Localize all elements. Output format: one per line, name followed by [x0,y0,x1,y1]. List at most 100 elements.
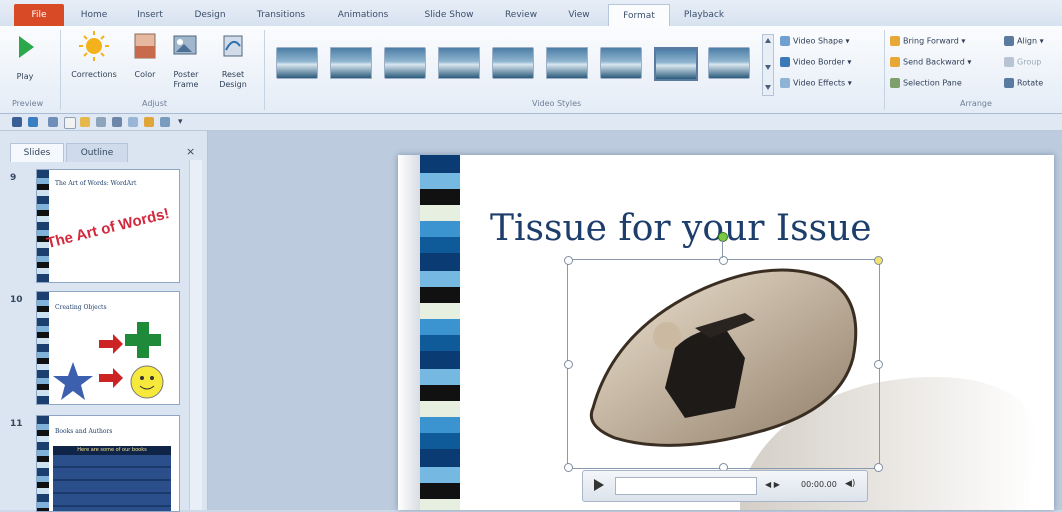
resize-handle[interactable] [874,256,883,265]
rotate-handle[interactable] [718,232,728,242]
align-button[interactable]: Align ▾ [1004,36,1044,46]
color-button[interactable]: Color [128,30,162,92]
group-label-adjust: Adjust [142,99,168,108]
slide-number: 9 [10,173,17,183]
skip-icon[interactable]: ◀ ▶ [765,480,780,489]
corrections-button[interactable]: Corrections [64,30,124,92]
video-styles-gallery [268,26,758,96]
tab-home[interactable]: Home [72,6,116,26]
slideshow-icon[interactable] [160,117,170,127]
seek-bar[interactable] [615,477,757,495]
resize-handle[interactable] [564,463,573,472]
tab-review[interactable]: Review [496,6,546,26]
video-style-thumb[interactable] [708,47,750,79]
selection-pane-label: Selection Pane [903,78,962,88]
video-style-thumb[interactable] [384,47,426,79]
video-style-thumb[interactable] [438,47,480,79]
play-icon [594,479,604,491]
group-button[interactable]: Group [1004,57,1041,67]
close-icon[interactable]: × [186,145,195,158]
tab-insert[interactable]: Insert [128,6,172,26]
video-effects-button[interactable]: Video Effects ▾ [780,78,852,88]
quick-access-toolbar: ▾ [0,114,1062,131]
tab-transitions[interactable]: Transitions [246,6,316,26]
resize-handle[interactable] [564,360,573,369]
tab-animations[interactable]: Animations [328,6,398,26]
customize-qat-icon[interactable]: ▾ [178,117,188,127]
effects-icon [780,78,790,88]
video-border-button[interactable]: Video Border ▾ [780,57,851,67]
selection-pane-button[interactable]: Selection Pane [890,78,962,88]
rotate-handle-line [722,240,723,258]
wordart-text: The Art of Words! [44,205,172,252]
video-style-thumb[interactable] [492,47,534,79]
slide-thumb-title: Creating Objects [55,304,107,311]
slide-thumbnail[interactable]: Creating Objects [36,291,180,405]
tab-file[interactable]: File [14,4,64,26]
print-preview-icon[interactable] [96,117,106,127]
corrections-label: Corrections [71,70,117,79]
tab-slides[interactable]: Slides [10,143,64,162]
folder-icon[interactable] [144,117,154,127]
video-shape-button[interactable]: Video Shape ▾ [780,36,850,46]
redo-icon[interactable] [48,117,58,127]
tab-design[interactable]: Design [184,6,236,26]
rotate-button[interactable]: Rotate [1004,78,1043,88]
play-button[interactable]: Play [10,32,40,90]
play-icon [19,36,34,58]
slide-thumbnail[interactable]: The Art of Words: WordArt The Art of Wor… [36,169,180,283]
slide-thumbnail[interactable]: Books and Authors Here are some of our b… [36,415,180,512]
send-backward-icon [890,57,900,67]
reset-design-icon [223,35,243,57]
media-player-bar: ◀ ▶ 00:00.00 ◀) [582,470,868,502]
spelling-icon[interactable] [128,117,138,127]
bring-forward-label: Bring Forward [903,36,959,46]
volume-icon[interactable]: ◀) [845,479,855,489]
slide-stripe [420,155,460,510]
separator [264,30,265,110]
slide-thumb-title: Books and Authors [55,428,113,435]
tab-view[interactable]: View [556,6,602,26]
video-style-thumb[interactable] [600,47,642,79]
video-style-thumb[interactable] [546,47,588,79]
send-backward-button[interactable]: Send Backward ▾ [890,57,971,67]
video-effects-label: Video Effects [793,78,846,88]
poster-frame-button[interactable]: Poster Frame [164,30,208,92]
undo-icon[interactable] [28,117,38,127]
slide-stripe-shadow [398,155,420,510]
group-label: Group [1017,57,1042,67]
new-icon[interactable] [64,117,76,129]
shape-icon [780,36,790,46]
reset-design-button[interactable]: Reset Design [210,30,256,92]
rotate-icon [1004,78,1014,88]
books-table-rows [53,455,171,511]
tab-playback[interactable]: Playback [672,6,736,26]
video-selection-frame[interactable] [564,232,883,472]
video-style-thumb[interactable] [276,47,318,79]
play-pause-button[interactable] [587,475,609,495]
resize-handle[interactable] [874,463,883,472]
play-label: Play [16,72,34,81]
send-backward-label: Send Backward [903,57,965,67]
rotate-label: Rotate [1017,78,1044,88]
print-icon[interactable] [112,117,122,127]
resize-handle[interactable] [874,360,883,369]
open-icon[interactable] [80,117,90,127]
panel-scrollbar[interactable] [189,160,202,510]
tab-format[interactable]: Format [608,4,670,27]
tab-outline[interactable]: Outline [66,143,128,162]
slide-number: 11 [10,419,23,429]
resize-handle[interactable] [719,256,728,265]
slide-title[interactable]: Tissue for your Issue [490,208,872,249]
group-icon [1004,57,1014,67]
group-label-arrange: Arrange [960,99,992,108]
resize-handle[interactable] [564,256,573,265]
align-icon [1004,36,1014,46]
save-icon[interactable] [12,117,22,127]
bring-forward-button[interactable]: Bring Forward ▾ [890,36,965,46]
video-border-label: Video Border [793,57,845,67]
video-style-thumb[interactable] [654,47,698,81]
video-style-thumb[interactable] [330,47,372,79]
gallery-scroll[interactable] [762,34,774,96]
tab-slide-show[interactable]: Slide Show [412,6,486,26]
